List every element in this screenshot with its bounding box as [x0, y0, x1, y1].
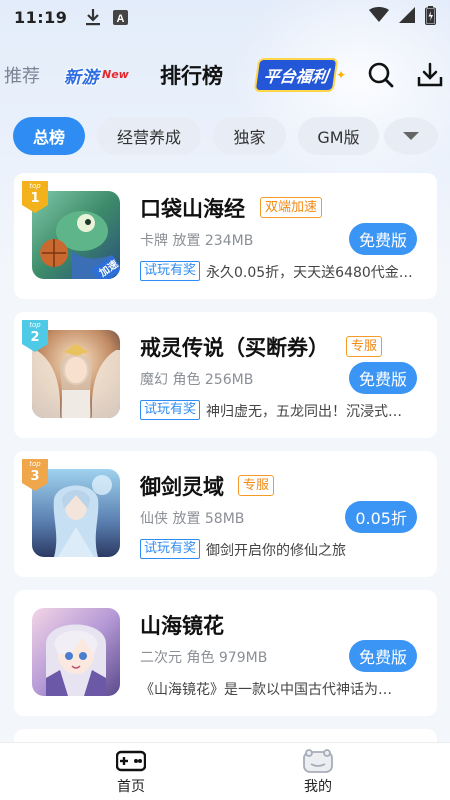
- sparkle-icon: ✦: [336, 68, 347, 82]
- chip-exclusive[interactable]: 独家: [213, 117, 286, 155]
- nav-mine-label: 我的: [304, 779, 332, 795]
- nav-home[interactable]: 首页: [71, 743, 191, 800]
- tab-recommend-label: 推荐: [4, 66, 40, 87]
- chip-business-sim[interactable]: 经营养成: [97, 117, 201, 155]
- rank-badge: top 1: [22, 181, 48, 213]
- chip-gm-label: GM版: [317, 128, 360, 147]
- game-title: 山海镜花: [140, 614, 224, 638]
- game-description: 《山海镜花》是一款以中国古代神话为…: [140, 682, 392, 698]
- game-card[interactable]: 山海镜花 二次元 角色 979MB 免费版 《山海镜花》是一款以中国古代神话为…: [14, 590, 437, 716]
- tab-ranking-label: 排行榜: [160, 64, 223, 88]
- battery-icon: [425, 5, 436, 29]
- category-chips: 总榜 经营养成 独家 GM版: [0, 117, 450, 155]
- game-description: 神归虚无，五龙同出！沉浸式…: [206, 404, 402, 420]
- profile-icon: [303, 749, 333, 773]
- trial-reward-tag: 试玩有奖: [140, 261, 201, 281]
- game-meta: 卡牌 放置 234MB: [140, 233, 254, 249]
- download-icon[interactable]: [415, 60, 445, 90]
- rank-badge: top 3: [22, 459, 48, 491]
- bottom-nav: 首页 我的: [0, 742, 450, 800]
- nav-mine[interactable]: 我的: [258, 743, 378, 800]
- rank-number: 1: [30, 191, 40, 206]
- svg-text:A: A: [117, 13, 125, 25]
- chip-gm[interactable]: GM版: [298, 117, 379, 155]
- trial-reward-tag: 试玩有奖: [140, 539, 201, 559]
- signal-icon: [399, 7, 415, 27]
- tab-recommend[interactable]: 推荐: [4, 50, 40, 100]
- status-bar: 11:19 A: [0, 0, 450, 34]
- tab-platform-benefits[interactable]: 平台福利 ✦: [255, 50, 347, 100]
- tab-new-games[interactable]: 新游 New: [64, 50, 129, 100]
- discount-button[interactable]: 0.05折: [345, 501, 417, 533]
- chip-exclusive-label: 独家: [233, 128, 266, 147]
- status-time: 11:19: [14, 7, 68, 27]
- game-card[interactable]: top 3 御剑灵域 专服 仙侠 放置 58MB 0.05折 试玩有奖 御剑开启…: [14, 451, 437, 577]
- game-card[interactable]: top 2 戒灵传说（买断券） 专服 魔幻 角色 256MB 免费版 试玩有奖 …: [14, 312, 437, 438]
- tag-badge: 双端加速: [260, 197, 323, 218]
- rank-number: 3: [30, 469, 40, 484]
- chip-business-sim-label: 经营养成: [116, 128, 181, 147]
- chevron-down-icon: [403, 132, 419, 140]
- game-meta: 魔幻 角色 256MB: [140, 372, 254, 388]
- tab-new-games-label: 新游: [64, 67, 99, 88]
- game-title: 戒灵传说（买断券）: [140, 336, 329, 360]
- trial-reward-tag: 试玩有奖: [140, 400, 201, 420]
- game-icon-shanhai-mirror[interactable]: [32, 608, 120, 696]
- game-description: 御剑开启你的修仙之旅: [206, 543, 346, 559]
- tab-platform-benefits-label: 平台福利: [255, 60, 337, 90]
- more-categories-button[interactable]: [384, 117, 438, 155]
- game-meta: 仙侠 放置 58MB: [140, 511, 245, 527]
- free-version-button[interactable]: 免费版: [348, 362, 417, 394]
- tab-ranking[interactable]: 排行榜: [160, 50, 223, 100]
- search-icon[interactable]: [366, 60, 396, 90]
- gamepad-icon: [115, 749, 147, 773]
- game-meta: 二次元 角色 979MB: [140, 650, 268, 666]
- chip-overall[interactable]: 总榜: [13, 117, 85, 155]
- tag-badge: 专服: [238, 475, 275, 496]
- game-card[interactable]: 加速 top 1 口袋山海经 双端加速 卡牌 放置 234MB 免费版 试玩有奖…: [14, 173, 437, 299]
- wifi-icon: [369, 7, 389, 27]
- game-description: 永久0.05折，天天送6480代金…: [206, 265, 413, 281]
- game-title: 口袋山海经: [140, 197, 245, 221]
- free-version-button[interactable]: 免费版: [348, 223, 417, 255]
- rank-number: 2: [30, 330, 40, 345]
- chip-overall-label: 总榜: [32, 128, 65, 147]
- free-version-button[interactable]: 免费版: [348, 640, 417, 672]
- text-a-icon: A: [113, 9, 129, 25]
- nav-home-label: 首页: [117, 779, 145, 795]
- top-nav: 推荐 新游 New 排行榜 平台福利 ✦: [0, 50, 450, 100]
- download-status-icon: [85, 8, 101, 26]
- new-badge: New: [102, 67, 129, 81]
- game-title: 御剑灵域: [140, 475, 224, 499]
- tag-badge: 专服: [346, 336, 383, 357]
- rank-badge: top 2: [22, 320, 48, 352]
